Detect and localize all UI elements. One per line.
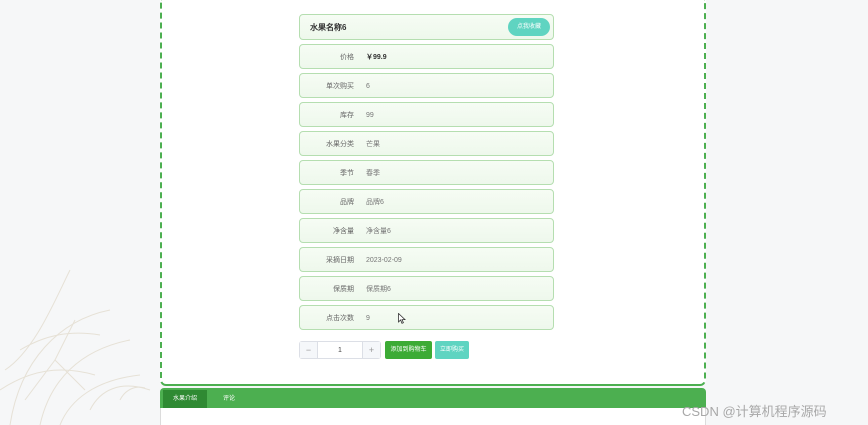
net-content-label: 净含量 xyxy=(333,228,354,235)
quantity-input[interactable] xyxy=(318,342,362,358)
tab-fruit-intro[interactable]: 水果介绍 xyxy=(163,390,207,408)
price-value: ￥99.9 xyxy=(366,54,387,61)
net-content-value: 净含量6 xyxy=(366,228,391,235)
season-label: 季节 xyxy=(340,170,354,177)
detail-row-shelf-life: 保质期 保质期6 xyxy=(299,276,554,301)
season-value: 春季 xyxy=(366,170,380,177)
detail-row-season: 季节 春季 xyxy=(299,160,554,185)
shelf-life-value: 保质期6 xyxy=(366,286,391,293)
shelf-life-label: 保质期 xyxy=(333,286,354,293)
brand-label: 品牌 xyxy=(340,199,354,206)
price-label: 价格 xyxy=(340,54,354,61)
detail-row-purchase-quantity: 单次购买 6 xyxy=(299,73,554,98)
detail-row-brand: 品牌 品牌6 xyxy=(299,189,554,214)
click-count-value: 9 xyxy=(366,315,370,322)
category-value: 芒果 xyxy=(366,141,380,148)
stock-value: 99 xyxy=(366,112,374,119)
add-to-cart-button[interactable]: 添加到购物车 xyxy=(385,341,432,359)
tab-content-area xyxy=(160,408,706,425)
pick-date-label: 采摘日期 xyxy=(326,257,354,264)
detail-row-pick-date: 采摘日期 2023-02-09 xyxy=(299,247,554,272)
category-label: 水果分类 xyxy=(326,141,354,148)
stock-label: 库存 xyxy=(340,112,354,119)
brand-value: 品牌6 xyxy=(366,199,384,206)
detail-row-click-count: 点击次数 9 xyxy=(299,305,554,330)
detail-row-stock: 库存 99 xyxy=(299,102,554,127)
quantity-stepper: − + xyxy=(299,341,381,359)
buy-now-button[interactable]: 立即购买 xyxy=(435,341,469,359)
increase-quantity-button[interactable]: + xyxy=(362,342,380,358)
purchase-quantity-value: 6 xyxy=(366,83,370,90)
watermark: CSDN @计算机程序源码 xyxy=(682,404,827,419)
detail-row-price: 价格 ￥99.9 xyxy=(299,44,554,69)
lotus-leaf-decoration xyxy=(0,269,151,425)
purchase-quantity-label: 单次购买 xyxy=(326,83,354,90)
product-title: 水果名称6 xyxy=(310,23,347,32)
tab-comments[interactable]: 评论 xyxy=(214,390,244,408)
favorite-button[interactable]: 点我收藏 xyxy=(508,18,550,36)
detail-tab-bar: 水果介绍 评论 xyxy=(160,388,706,408)
product-title-card: 水果名称6 点我收藏 xyxy=(299,14,554,40)
detail-row-category: 水果分类 芒果 xyxy=(299,131,554,156)
mouse-cursor-icon xyxy=(398,313,406,324)
detail-row-net-content: 净含量 净含量6 xyxy=(299,218,554,243)
pick-date-value: 2023-02-09 xyxy=(366,257,402,264)
click-count-label: 点击次数 xyxy=(326,315,354,322)
decrease-quantity-button[interactable]: − xyxy=(300,342,318,358)
